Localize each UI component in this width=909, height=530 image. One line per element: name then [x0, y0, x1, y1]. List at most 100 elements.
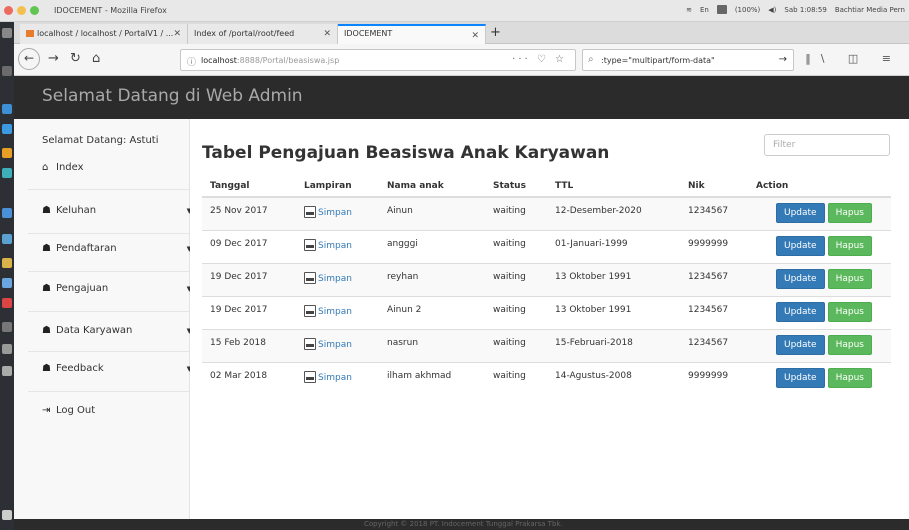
sidebar-item-feedback[interactable]: ☗Feedback ▼ [42, 363, 192, 381]
dock-app-icon[interactable] [2, 66, 12, 76]
hapus-button[interactable]: Hapus [827, 268, 872, 289]
home-button[interactable]: ⌂ [92, 51, 100, 67]
dock-app-icon[interactable] [2, 168, 12, 178]
url-bar[interactable]: ⓘ localhost:8888/Portal/beasiswa.jsp ···… [180, 49, 576, 71]
search-go-icon[interactable]: → [779, 54, 787, 65]
dock-app-icon[interactable] [2, 344, 12, 354]
language-indicator[interactable]: En [700, 6, 709, 14]
cell-nama-anak: nasrun [379, 328, 485, 362]
download-label: Simpan [318, 240, 352, 251]
brand-title[interactable]: Selamat Datang di Web Admin [42, 86, 303, 106]
download-link[interactable]: Simpan [304, 337, 352, 350]
update-button[interactable]: Update [776, 203, 825, 223]
cell-tanggal: 09 Dec 2017 [202, 229, 296, 263]
dock [0, 22, 14, 530]
sidebar-item-data-karyawan[interactable]: ☗Data Karyawan ▼ [42, 325, 192, 343]
update-button[interactable]: Update [776, 334, 825, 355]
filter-input[interactable] [764, 134, 890, 156]
close-tab-icon[interactable]: ✕ [173, 29, 181, 39]
cell-tanggal: 19 Dec 2017 [202, 262, 296, 296]
browser-tab[interactable]: Index of /portal/root/feed ✕ [188, 24, 338, 44]
battery-level: (100%) [734, 5, 761, 14]
dock-app-icon[interactable] [2, 28, 12, 38]
column-header: Nik [680, 176, 748, 198]
dock-app-icon[interactable] [2, 208, 12, 218]
window-controls [4, 6, 39, 15]
maximize-window-button[interactable] [30, 6, 39, 15]
browser-tab-active[interactable]: IDOCEMENT ✕ [338, 24, 486, 44]
update-button[interactable]: Update [776, 367, 825, 388]
sidebar-item-logout[interactable]: ⇥ Log Out [42, 405, 192, 423]
cell-lampiran: Simpan [296, 328, 379, 362]
new-tab-button[interactable]: + [490, 25, 501, 40]
site-info-icon[interactable]: ⓘ [187, 55, 196, 68]
volume-icon[interactable]: ◀) [768, 6, 776, 14]
download-link[interactable]: Simpan [304, 238, 352, 251]
table-row: 25 Nov 2017 Simpan Ainun waiting 12-Desember… [202, 196, 891, 230]
dock-app-icon[interactable] [2, 510, 12, 520]
dock-app-icon[interactable] [2, 148, 12, 158]
divider [28, 271, 190, 272]
dock-app-icon[interactable] [2, 104, 12, 114]
page-actions-icon[interactable]: ··· ♡ ☆ [512, 54, 567, 65]
sidebar-item-label: Feedback [56, 363, 104, 374]
cell-lampiran: Simpan [296, 262, 379, 296]
footer-text: Copyright © 2018 PT. Indocement Tunggal … [364, 520, 563, 528]
close-window-button[interactable] [4, 6, 13, 15]
download-link[interactable]: Simpan [304, 304, 352, 317]
dock-app-icon[interactable] [2, 322, 12, 332]
dock-app-icon[interactable] [2, 258, 12, 268]
hapus-button[interactable]: Hapus [827, 235, 872, 256]
cell-action: Update Hapus [748, 361, 891, 395]
hapus-button[interactable]: Hapus [827, 334, 872, 355]
download-link[interactable]: Simpan [304, 370, 352, 383]
close-tab-icon[interactable]: ✕ [323, 29, 331, 39]
clock[interactable]: Sab 1:08:59 [784, 6, 826, 14]
dock-app-icon[interactable] [2, 366, 12, 376]
table-row: 02 Mar 2018 Simpan ilham akhmad waiting 14-A… [202, 361, 891, 395]
url-text: localhost:8888/Portal/beasiswa.jsp [201, 56, 339, 65]
cell-nama-anak: Ainun [379, 196, 485, 230]
cell-status: waiting [485, 262, 547, 296]
toolbar-icons[interactable]: ‖\ ◫ ≡ [805, 52, 901, 65]
download-link[interactable]: Simpan [304, 206, 352, 218]
sidebar-item-label: Index [56, 162, 84, 173]
update-button[interactable]: Update [776, 235, 825, 256]
document-icon [304, 337, 316, 350]
sign-out-icon: ⇥ [42, 405, 51, 416]
sidebar-item-index[interactable]: ⌂ Index [42, 162, 192, 180]
table-row: 09 Dec 2017 Simpan angggi waiting 01-Januari… [202, 229, 891, 263]
close-tab-icon[interactable]: ✕ [471, 31, 479, 41]
table-header-row: Tanggal Lampiran Nama anak Status TTL Ni… [202, 176, 891, 198]
forward-button[interactable]: → [48, 51, 59, 67]
back-button[interactable]: ← [18, 48, 40, 70]
browser-tab[interactable]: localhost / localhost / PortalV1 / ... ✕ [20, 24, 188, 44]
wifi-icon[interactable]: ≋ [686, 6, 692, 14]
download-link[interactable]: Simpan [304, 271, 352, 284]
hapus-button[interactable]: Hapus [827, 203, 872, 223]
hapus-button[interactable]: Hapus [827, 367, 872, 388]
user-menu[interactable]: Bachtiar Media Pern [835, 6, 905, 14]
cell-nik: 1234567 [680, 262, 748, 296]
reload-button[interactable]: ↻ [70, 51, 81, 67]
dock-app-icon[interactable] [2, 278, 12, 288]
hapus-button[interactable]: Hapus [827, 301, 872, 322]
sidebar-item-keluhan[interactable]: ☗Keluhan ▼ [42, 205, 192, 223]
dock-app-icon[interactable] [2, 298, 12, 308]
cell-status: waiting [485, 196, 547, 230]
search-bar[interactable]: ⌕ :type="multipart/form-data" → [582, 49, 794, 71]
cell-status: waiting [485, 295, 547, 329]
tab-label: Index of /portal/root/feed [194, 29, 295, 38]
battery-icon [716, 5, 727, 14]
update-button[interactable]: Update [776, 268, 825, 289]
cell-status: waiting [485, 328, 547, 362]
dock-app-icon[interactable] [2, 124, 12, 134]
sidebar-item-label: Pendaftaran [56, 243, 117, 254]
system-tray: ≋ En (100%) ◀) Sab 1:08:59 Bachtiar Medi… [686, 5, 905, 14]
dock-app-icon[interactable] [2, 234, 12, 244]
minimize-window-button[interactable] [17, 6, 26, 15]
sidebar-item-pengajuan[interactable]: ☗Pengajuan ▼ [42, 283, 192, 301]
sidebar-item-pendaftaran[interactable]: ☗Pendaftaran ▼ [42, 243, 192, 261]
update-button[interactable]: Update [776, 301, 825, 322]
cell-action: Update Hapus [748, 262, 891, 296]
